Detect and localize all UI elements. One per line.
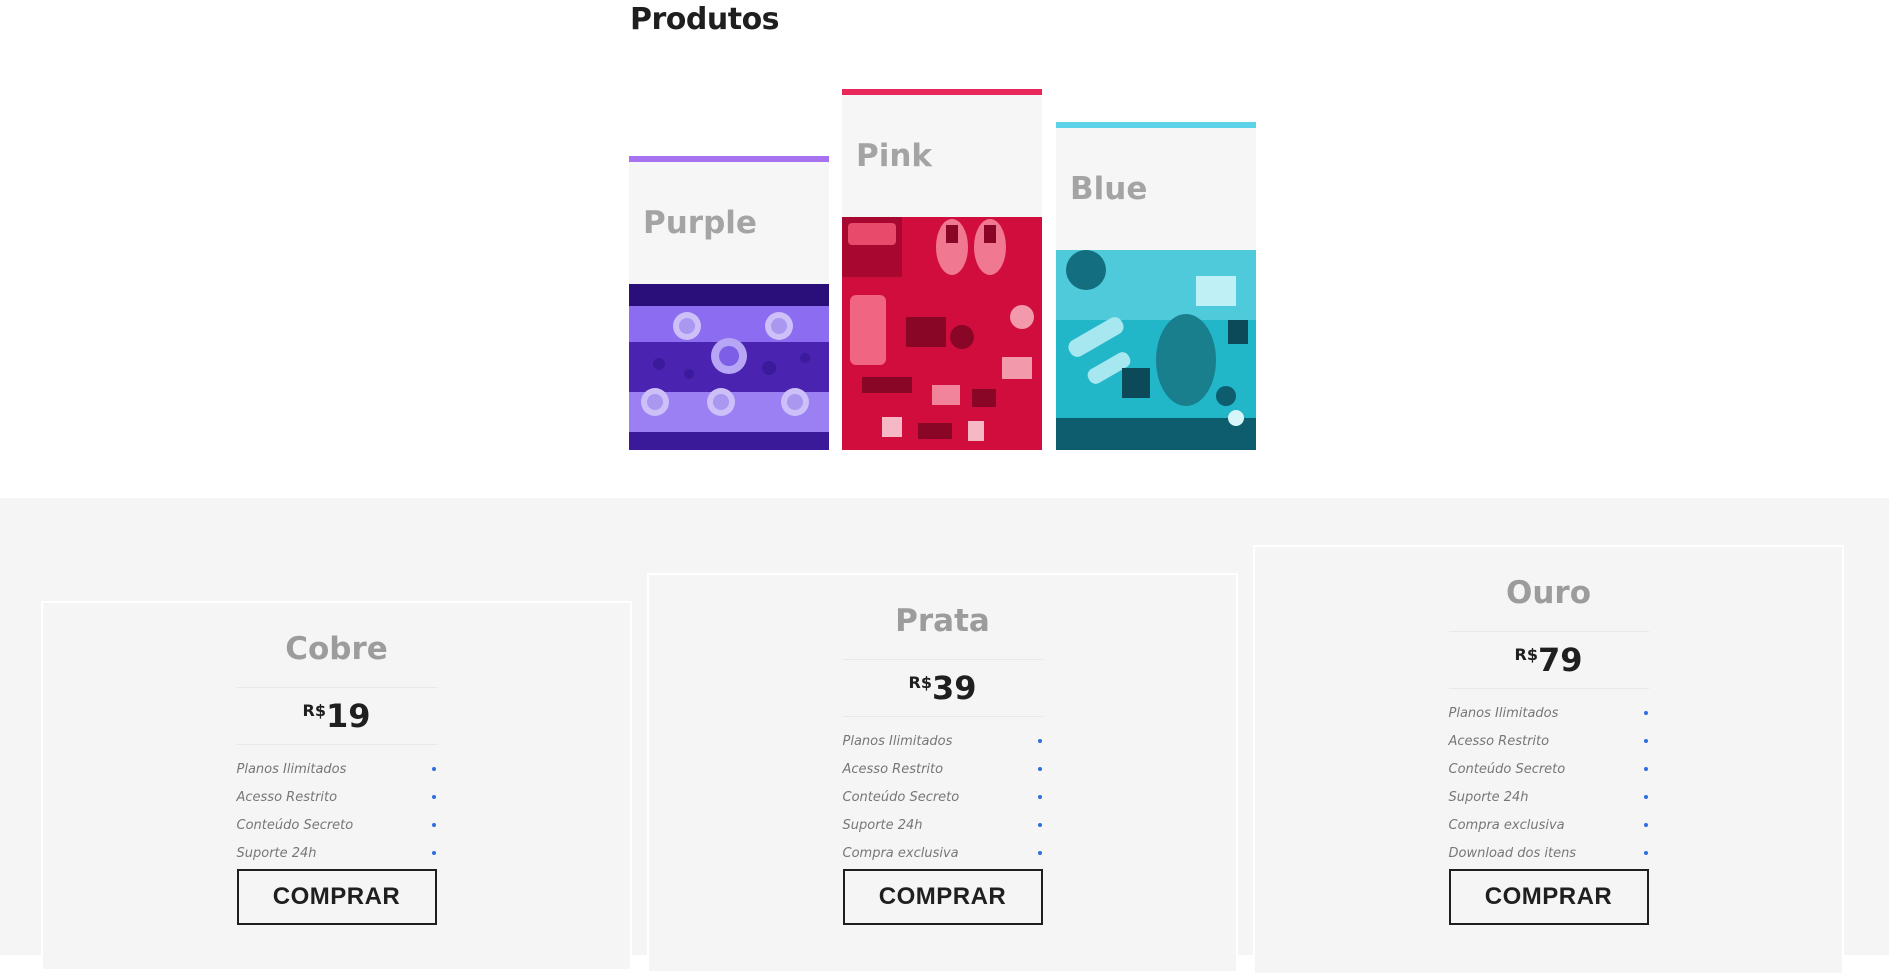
price-value: 19	[325, 697, 371, 735]
plan-card-prata: Prata R$ 39 Planos Ilimitados Acesso Res…	[647, 573, 1238, 973]
bullet-icon	[1643, 711, 1648, 715]
product-image-flowers-desk	[1056, 250, 1256, 450]
feature-item: Download dos itens	[1449, 839, 1649, 867]
plan-card-cobre: Cobre R$ 19 Planos Ilimitados Acesso Res…	[41, 601, 632, 971]
price-currency: R$	[908, 673, 932, 692]
produtos-section: Produtos Purple Pink Blue	[0, 0, 1889, 498]
plan-price: R$ 39	[843, 660, 1043, 716]
feature-item: Planos Ilimitados	[237, 755, 437, 783]
feature-list: Planos Ilimitados Acesso Restrito Conteú…	[843, 717, 1043, 867]
price-currency: R$	[1514, 645, 1538, 664]
feature-item: Planos Ilimitados	[843, 727, 1043, 755]
bullet-icon	[1643, 739, 1648, 743]
plan-name: Cobre	[285, 631, 388, 667]
buy-button-prata[interactable]: COMPRAR	[842, 869, 1043, 925]
bullet-icon	[1643, 767, 1648, 771]
product-image-table-setting	[629, 284, 829, 450]
section-title: Produtos	[630, 2, 780, 37]
bullet-icon	[1037, 739, 1042, 743]
feature-item: Acesso Restrito	[843, 755, 1043, 783]
bullet-icon	[431, 767, 436, 771]
bullet-icon	[1037, 767, 1042, 771]
feature-item: Compra exclusiva	[1449, 811, 1649, 839]
product-image-travel-gear	[842, 217, 1042, 450]
bullet-icon	[431, 795, 436, 799]
feature-item: Conteúdo Secreto	[843, 783, 1043, 811]
plan-card-ouro: Ouro R$ 79 Planos Ilimitados Acesso Rest…	[1253, 545, 1844, 975]
bullet-icon	[431, 823, 436, 827]
feature-list: Planos Ilimitados Acesso Restrito Conteú…	[1449, 689, 1649, 867]
price-currency: R$	[302, 701, 326, 720]
plan-price: R$ 19	[237, 688, 437, 744]
bullet-icon	[1037, 851, 1042, 855]
product-name: Purple	[643, 205, 757, 241]
feature-item: Compra exclusiva	[843, 839, 1043, 867]
product-name: Pink	[856, 138, 933, 174]
buy-button-cobre[interactable]: COMPRAR	[236, 869, 437, 925]
feature-list: Planos Ilimitados Acesso Restrito Conteú…	[237, 745, 437, 867]
bullet-icon	[1037, 795, 1042, 799]
product-card-purple[interactable]: Purple	[629, 156, 829, 450]
bullet-icon	[431, 851, 436, 855]
feature-item: Suporte 24h	[237, 839, 437, 867]
plan-price: R$ 79	[1449, 632, 1649, 688]
product-card-blue[interactable]: Blue	[1056, 122, 1256, 450]
buy-button-ouro[interactable]: COMPRAR	[1448, 869, 1649, 925]
bullet-icon	[1643, 823, 1648, 827]
bullet-icon	[1037, 823, 1042, 827]
price-value: 79	[1537, 641, 1583, 679]
bullet-icon	[1643, 795, 1648, 799]
feature-item: Suporte 24h	[1449, 783, 1649, 811]
price-value: 39	[931, 669, 977, 707]
plan-name: Prata	[895, 603, 990, 639]
feature-item: Conteúdo Secreto	[1449, 755, 1649, 783]
pricing-section: Cobre R$ 19 Planos Ilimitados Acesso Res…	[0, 498, 1889, 975]
product-name: Blue	[1070, 171, 1148, 207]
feature-item: Acesso Restrito	[1449, 727, 1649, 755]
feature-item: Acesso Restrito	[237, 783, 437, 811]
feature-item: Planos Ilimitados	[1449, 699, 1649, 727]
feature-item: Suporte 24h	[843, 811, 1043, 839]
product-card-pink[interactable]: Pink	[842, 89, 1042, 450]
bullet-icon	[1643, 851, 1648, 855]
feature-item: Conteúdo Secreto	[237, 811, 437, 839]
plan-name: Ouro	[1505, 575, 1591, 611]
